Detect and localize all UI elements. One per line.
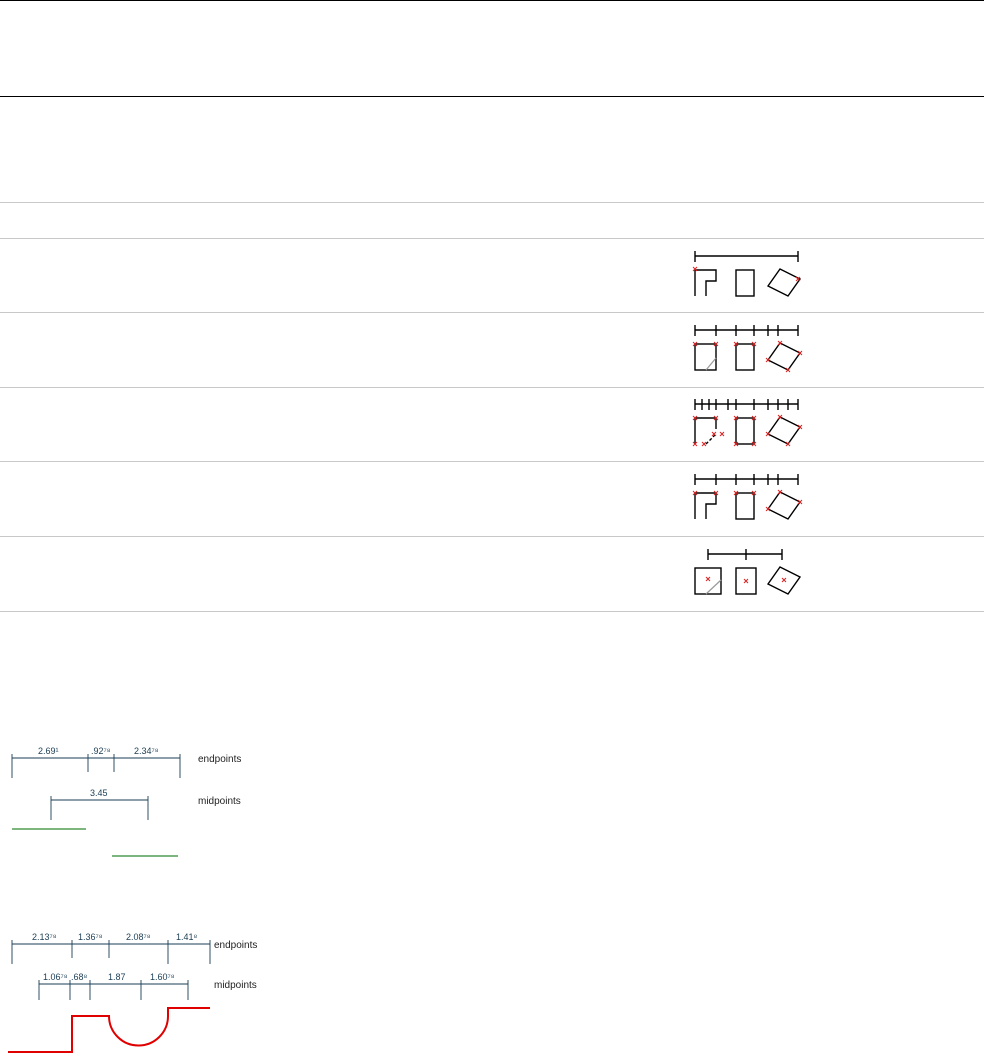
endpoints-label: endpoints xyxy=(198,754,241,765)
dimension-extents-icon xyxy=(690,248,810,308)
table-header-border xyxy=(0,96,984,97)
red-profile-path xyxy=(8,1007,210,1053)
dim-label: 1.41⁸ xyxy=(176,932,198,942)
dimension-outer-corners-icon xyxy=(690,471,810,531)
dimension-all-points-icon xyxy=(690,396,810,456)
row-divider xyxy=(0,387,984,388)
mid-dim-label: 1.87 xyxy=(108,972,126,982)
row-divider xyxy=(0,536,984,537)
dim-label: 2.13⁷⁸ xyxy=(32,932,57,942)
dim-label: 2.34⁷⁸ xyxy=(134,746,159,756)
dimension-corners-icon xyxy=(690,322,810,382)
row-divider xyxy=(0,238,984,239)
row-divider xyxy=(0,312,984,313)
dim-label: 2.69¹ xyxy=(38,746,59,756)
dim-label: .92⁷⁸ xyxy=(91,746,111,756)
mid-dim-label: .68⁸ xyxy=(71,972,88,982)
midpoints-label: midpoints xyxy=(198,796,241,807)
midpoints-label: midpoints xyxy=(214,980,257,991)
dimension-centers-icon xyxy=(690,546,810,606)
row-divider xyxy=(0,461,984,462)
mid-dim-label: 1.60⁷⁸ xyxy=(150,972,175,982)
endpoints-midpoints-diagram-1: 2.69¹ .92⁷⁸ 2.34⁷⁸ 3.45 endpoints midpoi… xyxy=(8,742,278,862)
table-header xyxy=(0,0,984,96)
dim-label: 2.08⁷⁸ xyxy=(126,932,151,942)
dim-label: 1.36⁷⁸ xyxy=(78,932,103,942)
row-divider xyxy=(0,611,984,612)
endpoints-midpoints-diagram-2: 2.13⁷⁸ 1.36⁷⁸ 2.08⁷⁸ 1.41⁸ 1.06⁷⁸ .68⁸ 1… xyxy=(8,928,278,1058)
mid-dim-label: 3.45 xyxy=(90,788,108,798)
endpoints-label: endpoints xyxy=(214,940,257,951)
row-divider xyxy=(0,202,984,203)
mid-dim-label: 1.06⁷⁸ xyxy=(43,972,68,982)
options-table xyxy=(0,0,984,612)
